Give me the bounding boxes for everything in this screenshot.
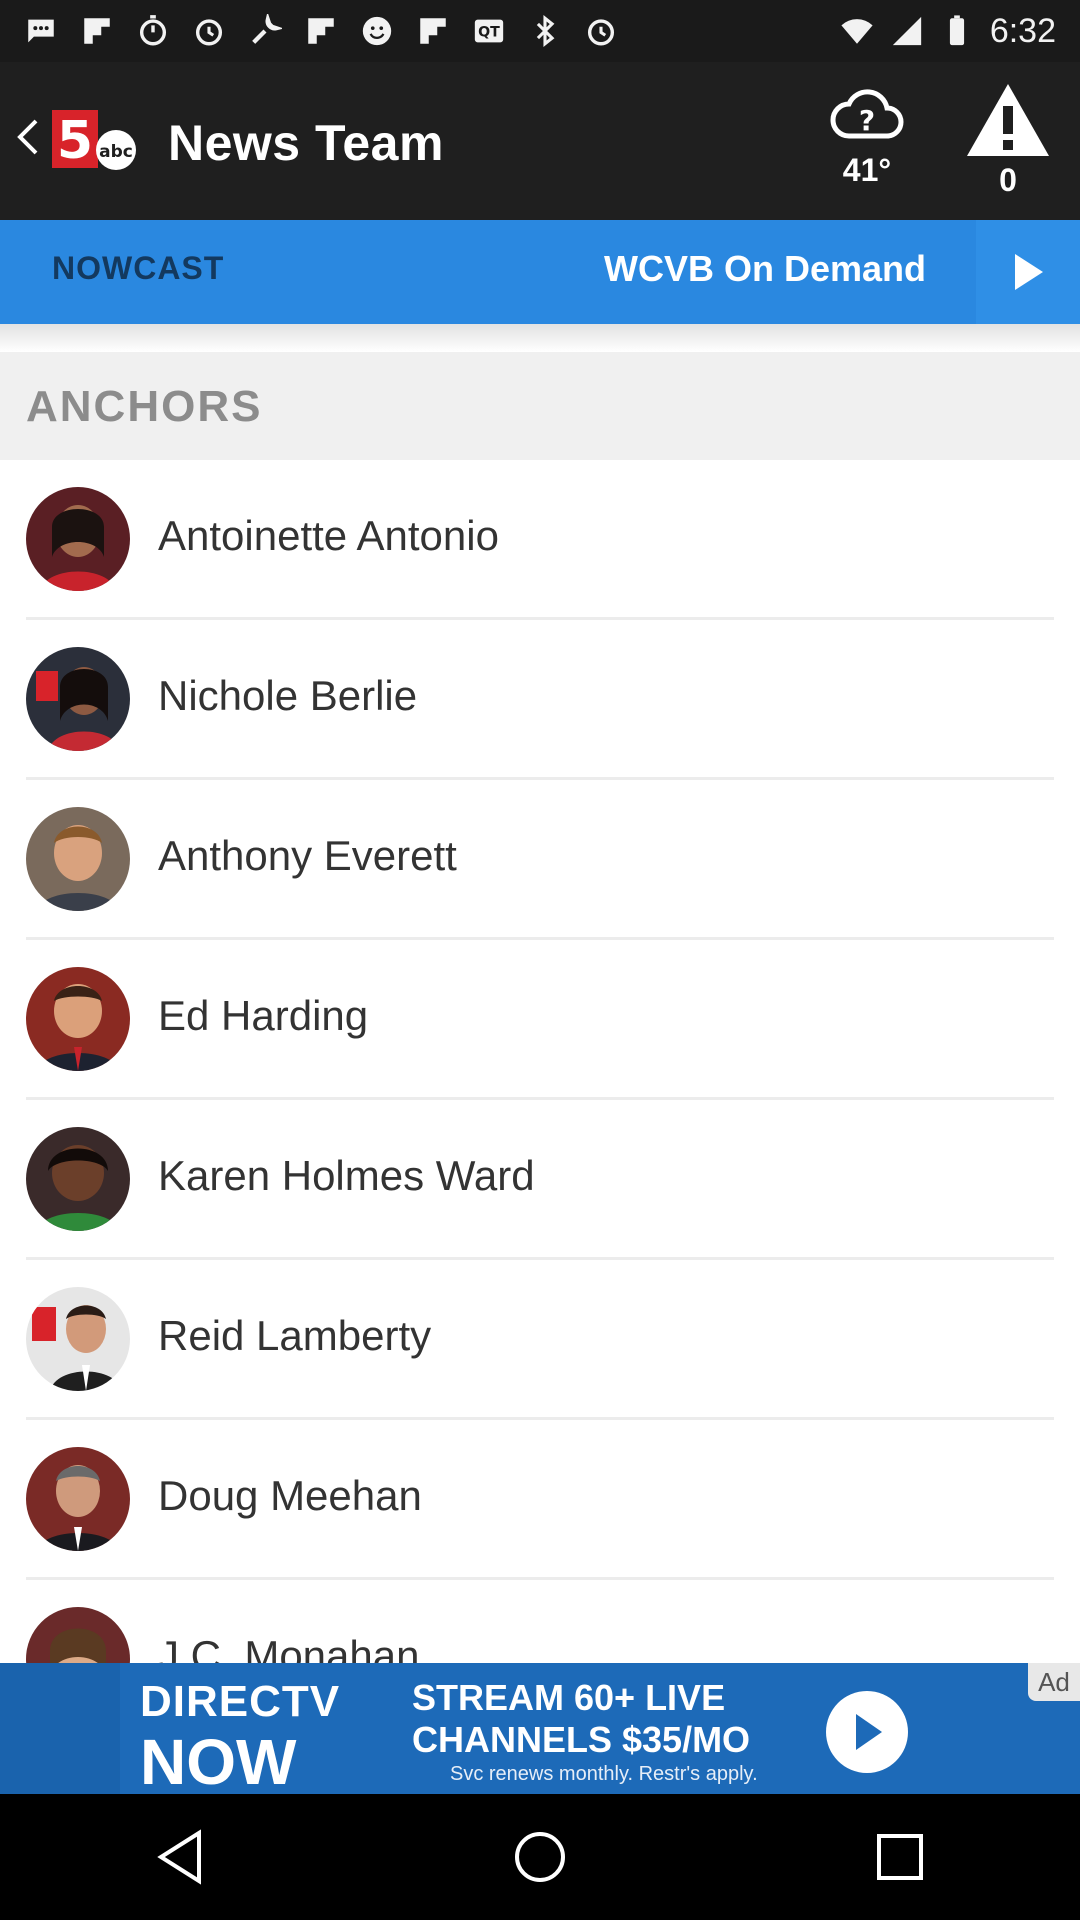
cloud-question-icon: ? [830,89,904,139]
strip-shadow [0,324,1080,352]
back-button[interactable] [8,107,48,167]
status-right: 6:32 [840,12,1056,51]
list-item[interactable]: J.C. Monahan [0,1580,1080,1663]
ad-text-line-1: STREAM 60+ LIVE [412,1677,726,1718]
system-nav-bar [0,1794,1080,1920]
ad-text-line-2: CHANNELS $35/MO [412,1719,751,1760]
home-icon [515,1832,565,1882]
play-icon [1015,254,1043,290]
anchor-name: J.C. Monahan [158,1632,420,1663]
avatar [26,807,130,911]
list-item[interactable]: Anthony Everett [0,780,1080,940]
play-icon [856,1714,882,1750]
status-bar: QT 6:32 [0,0,1080,62]
svg-text:?: ? [859,104,875,137]
anchor-name: Antoinette Antonio [158,512,499,559]
bluetooth-icon [528,14,562,48]
avatar [26,1287,130,1391]
avatar [26,1127,130,1231]
list-item[interactable]: Ed Harding [0,940,1080,1100]
nav-home-button[interactable] [490,1807,590,1907]
svg-text:QT: QT [478,25,500,41]
flipboard-icon [80,14,114,48]
on-demand-button[interactable]: WCVB On Demand [604,248,926,290]
status-time: 6:32 [989,11,1056,50]
ad-tag: Ad [1028,1663,1080,1701]
weather-button[interactable]: ? 41° [822,84,912,204]
recents-icon [877,1834,923,1880]
flipboard-icon [304,14,338,48]
anchor-name: Anthony Everett [158,832,457,879]
section-title: ANCHORS [26,382,263,431]
wifi-icon [840,14,874,48]
section-header: ANCHORS [0,352,1080,460]
avatar [26,487,130,591]
smiley-icon [360,14,394,48]
chevron-left-icon [17,119,38,155]
ad-fine-print: Svc renews monthly. Restr's apply. [450,1763,758,1785]
on-demand-play-button[interactable] [976,220,1080,324]
svg-text:5: 5 [57,111,93,171]
flipboard-icon [416,14,450,48]
nowcast-button[interactable]: NOWCAST [52,250,224,287]
ad-banner[interactable]: DIRECTV NOW STREAM 60+ LIVE CHANNELS $35… [0,1663,1080,1794]
ad-brand-line-2: NOW [140,1726,297,1794]
avatar [26,967,130,1071]
page-title: News Team [168,115,444,171]
anchor-name: Ed Harding [158,992,369,1039]
list-item[interactable]: Nichole Berlie [0,620,1080,780]
alerts-button[interactable]: 0 [958,80,1058,204]
qt-icon: QT [472,14,506,48]
avatar [26,1447,130,1551]
svg-text:abc: abc [99,142,133,162]
station-logo: 5 abc [50,106,138,172]
list-item[interactable]: Karen Holmes Ward [0,1100,1080,1260]
app-bar: 5 abc News Team ? 41° 0 [0,62,1080,220]
battery-icon [940,14,974,48]
back-icon [157,1829,201,1885]
alert-count: 0 [999,162,1017,198]
notification-icons: QT [24,14,840,48]
avatar [26,647,130,751]
nav-recents-button[interactable] [850,1807,950,1907]
wrench-icon [248,14,282,48]
signal-icon [890,14,924,48]
alarm-icon [584,14,618,48]
warning-icon [967,84,1049,156]
list-item[interactable]: Antoinette Antonio [0,460,1080,620]
avatar [26,1607,130,1663]
ad-play-button[interactable] [826,1691,908,1773]
list-item[interactable]: Reid Lamberty [0,1260,1080,1420]
anchor-name: Reid Lamberty [158,1312,432,1359]
ad-brand-line-1: DIRECTV [140,1677,341,1726]
alarm-icon [192,14,226,48]
nav-back-button[interactable] [130,1807,230,1907]
weather-temp: 41° [842,152,892,188]
ad-left-pad [0,1663,120,1794]
messages-icon [24,14,58,48]
anchors-list[interactable]: Antoinette Antonio Nichole Berlie Anthon… [0,460,1080,1663]
list-item[interactable]: Doug Meehan [0,1420,1080,1580]
anchor-name: Karen Holmes Ward [158,1152,535,1199]
anchor-name: Nichole Berlie [158,672,418,719]
anchor-name: Doug Meehan [158,1472,422,1519]
timer-icon [136,14,170,48]
nav-strip: NOWCAST WCVB On Demand [0,220,1080,324]
